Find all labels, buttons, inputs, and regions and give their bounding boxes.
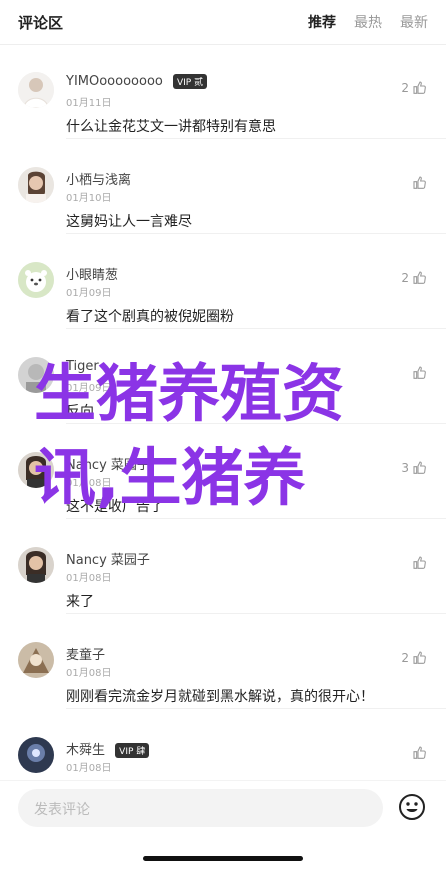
like-button[interactable]: 2 [401, 650, 428, 666]
vip-badge: VIP 贰 [173, 74, 208, 89]
avatar-image-icon [18, 357, 54, 393]
commenter-name[interactable]: Tiger [66, 359, 99, 374]
thumb-up-icon [413, 746, 426, 759]
sort-tabs: 推荐 最热 最新 [308, 12, 428, 32]
comment-text: 这舅妈让人一言难尽 [66, 214, 192, 230]
thumb-up-icon [413, 366, 426, 379]
avatar[interactable] [18, 737, 54, 773]
avatar-image-icon [18, 642, 54, 678]
vip-badge: VIP 肆 [115, 743, 150, 758]
comment-text: 这不是收广告了 [66, 499, 164, 515]
avatar[interactable] [18, 167, 54, 203]
avatar-image-icon [18, 72, 54, 108]
like-button[interactable] [412, 175, 428, 191]
avatar-image-icon [18, 167, 54, 203]
commenter-name[interactable]: YIMOoooooooo VIP 贰 [66, 74, 208, 89]
commenter-name-text: 小眼睛葱 [66, 268, 119, 283]
avatar[interactable] [18, 72, 54, 108]
like-count: 2 [401, 271, 409, 285]
tab-latest[interactable]: 最新 [400, 12, 428, 32]
avatar-image-icon [18, 737, 54, 773]
avatar-image-icon [18, 262, 54, 298]
comment-item: Nancy 菜园子 01月08日 来了 [0, 519, 446, 614]
like-count: 2 [401, 651, 409, 665]
avatar[interactable] [18, 262, 54, 298]
comments-header: 评论区 推荐 最热 最新 [0, 0, 446, 45]
avatar-image-icon [18, 452, 54, 488]
comment-text: 什么让金花艾文一讲都特别有意思 [66, 119, 276, 135]
like-button[interactable] [412, 365, 428, 381]
like-count: 3 [401, 461, 409, 475]
commenter-name-text: 木舜生 [66, 743, 106, 758]
like-button[interactable]: 2 [401, 80, 428, 96]
comment-item: 小眼睛葱 01月09日 看了这个剧真的被倪妮圈粉 2 [0, 234, 446, 329]
commenter-name[interactable]: Nancy 菜园子 [66, 454, 150, 473]
commenter-name-text: 小栖与浅离 [66, 173, 132, 188]
comment-input[interactable]: 发表评论 [18, 789, 383, 827]
thumb-up-icon [413, 651, 426, 664]
comment-date: 01月08日 [66, 478, 112, 489]
commenter-name-text: YIMOoooooooo [66, 74, 163, 89]
commenter-name-text: Tiger [66, 359, 99, 374]
thumb-up-icon [413, 176, 426, 189]
comment-item: 小栖与浅离 01月10日 这舅妈让人一言难尽 [0, 139, 446, 234]
home-indicator [143, 856, 303, 861]
comment-text: 反向 [66, 404, 94, 420]
comment-date: 01月08日 [66, 573, 112, 584]
commenter-name-text: Nancy 菜园子 [66, 553, 150, 568]
commenter-name[interactable]: 小栖与浅离 [66, 169, 131, 188]
avatar[interactable] [18, 642, 54, 678]
avatar[interactable] [18, 547, 54, 583]
comment-input-placeholder: 发表评论 [34, 802, 90, 818]
comment-item: Tiger 01月09日 反向 [0, 329, 446, 424]
like-button[interactable]: 2 [401, 270, 428, 286]
commenter-name[interactable]: 小眼睛葱 [66, 264, 118, 283]
tab-hottest[interactable]: 最热 [354, 12, 382, 32]
comment-text: 来了 [66, 594, 94, 610]
like-button[interactable] [412, 745, 428, 761]
comment-date: 01月09日 [66, 288, 112, 299]
comment-list: YIMOoooooooo VIP 贰 01月11日 什么让金花艾文一讲都特别有意… [0, 44, 446, 784]
comment-item: 木舜生 VIP 肆 01月08日 [0, 709, 446, 784]
comment-item: 麦童子 01月08日 刚刚看完流金岁月就碰到黑水解说，真的很开心！ 2 [0, 614, 446, 709]
avatar-image-icon [18, 547, 54, 583]
comment-date: 01月08日 [66, 668, 112, 679]
comment-item: YIMOoooooooo VIP 贰 01月11日 什么让金花艾文一讲都特别有意… [0, 44, 446, 139]
commenter-name[interactable]: 麦童子 [66, 644, 105, 663]
like-button[interactable] [412, 555, 428, 571]
comment-date: 01月11日 [66, 98, 112, 109]
smiley-icon[interactable] [398, 793, 426, 821]
thumb-up-icon [413, 81, 426, 94]
comment-text: 刚刚看完流金岁月就碰到黑水解说，真的很开心！ [66, 689, 374, 705]
commenter-name[interactable]: 木舜生 VIP 肆 [66, 739, 150, 758]
comment-date: 01月09日 [66, 383, 112, 394]
like-button[interactable]: 3 [401, 460, 428, 476]
comment-date: 01月10日 [66, 193, 112, 204]
comment-item: Nancy 菜园子 01月08日 这不是收广告了 3 [0, 424, 446, 519]
avatar[interactable] [18, 452, 54, 488]
tab-recommended[interactable]: 推荐 [308, 12, 336, 32]
commenter-name[interactable]: Nancy 菜园子 [66, 549, 150, 568]
thumb-up-icon [413, 556, 426, 569]
commenter-name-text: 麦童子 [66, 648, 106, 663]
thumb-up-icon [413, 271, 426, 284]
comment-text: 看了这个剧真的被倪妮圈粉 [66, 309, 234, 325]
avatar[interactable] [18, 357, 54, 393]
thumb-up-icon [413, 461, 426, 474]
page-title: 评论区 [18, 14, 64, 32]
comment-date: 01月08日 [66, 763, 112, 774]
like-count: 2 [401, 81, 409, 95]
commenter-name-text: Nancy 菜园子 [66, 458, 150, 473]
comment-compose-bar: 发表评论 [0, 780, 446, 869]
